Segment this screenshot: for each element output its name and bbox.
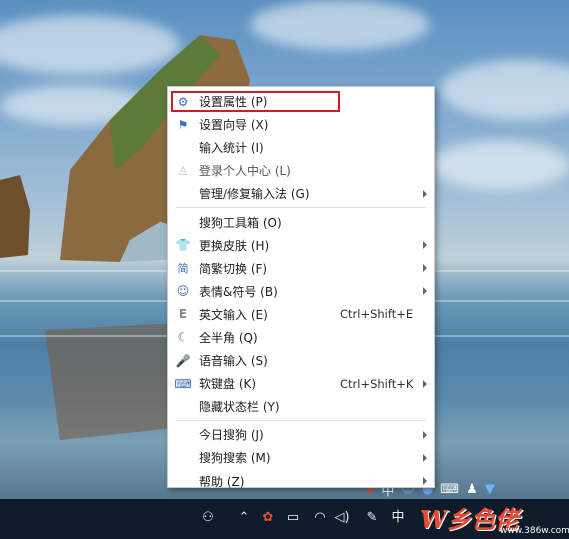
menu-item-label: 搜狗搜索 (M) bbox=[199, 451, 271, 466]
menu-item[interactable]: ⚙ 设置属性 (P) bbox=[168, 90, 434, 113]
battery-icon[interactable]: ▭ bbox=[283, 507, 303, 529]
menu-item-label: 登录个人中心 (L) bbox=[199, 164, 291, 179]
ime-mode-tray[interactable]: 中 bbox=[388, 507, 408, 529]
menu-item[interactable]: 管理/修复输入法 (G) bbox=[168, 182, 434, 205]
menu-item-shortcut: Ctrl+Shift+E bbox=[340, 307, 414, 322]
menu-item[interactable]: 搜狗工具箱 (O) bbox=[168, 210, 434, 233]
menu-item[interactable]: ☾ 全半角 (Q) bbox=[168, 326, 434, 349]
pen-icon[interactable]: ✎ bbox=[362, 507, 382, 529]
site-watermark-url: www.386w.com bbox=[500, 526, 569, 536]
menu-item[interactable]: 今日搜狗 (J) bbox=[168, 423, 434, 446]
menu-item-shortcut: Ctrl+Shift+K bbox=[340, 376, 414, 391]
menu-item-label: 更换皮肤 (H) bbox=[199, 238, 270, 253]
chevron-up-icon[interactable]: ⌃ bbox=[236, 507, 252, 529]
menu-separator bbox=[176, 207, 426, 209]
sogou-tray-icon[interactable]: ✿ bbox=[259, 507, 277, 529]
menu-item-label: 语音输入 (S) bbox=[199, 354, 268, 369]
submenu-arrow-icon bbox=[423, 241, 427, 250]
menu-item-label: 全半角 (Q) bbox=[199, 330, 258, 345]
submenu-arrow-icon bbox=[423, 477, 427, 486]
shirt-icon[interactable]: ▼ bbox=[485, 482, 495, 497]
flag-icon: ⚑ bbox=[177, 117, 189, 132]
menu-item[interactable]: ♙ 登录个人中心 (L) bbox=[168, 159, 434, 182]
menu-separator bbox=[176, 420, 426, 422]
submenu-arrow-icon bbox=[423, 264, 427, 273]
submenu-arrow-icon bbox=[423, 189, 427, 198]
menu-item-label: 表情&符号 (B) bbox=[199, 284, 278, 299]
traditional-char-icon: 简 bbox=[177, 262, 189, 276]
menu-item[interactable]: 输入统计 (I) bbox=[168, 136, 434, 159]
keyboard-icon: ⌨ bbox=[174, 376, 192, 391]
menu-item[interactable]: 隐藏状态栏 (Y) bbox=[168, 395, 434, 418]
menu-item[interactable]: 搜狗搜索 (M) bbox=[168, 446, 434, 469]
menu-item-label: 输入统计 (I) bbox=[199, 141, 264, 156]
submenu-arrow-icon bbox=[423, 453, 427, 462]
english-e-icon: E bbox=[178, 307, 188, 322]
menu-item[interactable]: E 英文输入 (E) Ctrl+Shift+E bbox=[168, 303, 434, 326]
menu-item[interactable]: 帮助 (Z) bbox=[168, 470, 434, 493]
user-icon[interactable]: ♟ bbox=[466, 482, 478, 497]
wifi-icon[interactable]: ◠ bbox=[310, 507, 330, 529]
submenu-arrow-icon bbox=[423, 430, 427, 439]
submenu-arrow-icon bbox=[423, 287, 427, 296]
menu-item-label: 今日搜狗 (J) bbox=[199, 428, 264, 443]
volume-icon[interactable]: ◁) bbox=[332, 507, 352, 529]
keyboard-icon[interactable]: ⌨ bbox=[440, 482, 459, 497]
menu-item-label: 隐藏状态栏 (Y) bbox=[199, 400, 280, 415]
menu-item[interactable]: ⌨ 软键盘 (K) Ctrl+Shift+K bbox=[168, 372, 434, 395]
user-icon: ♙ bbox=[177, 163, 189, 178]
gear-icon: ⚙ bbox=[177, 94, 189, 109]
people-icon[interactable]: ⚇ bbox=[198, 507, 218, 529]
menu-item[interactable]: ☺ 表情&符号 (B) bbox=[168, 280, 434, 303]
ime-context-menu: ⚙ 设置属性 (P) ⚑ 设置向导 (X) 输入统计 (I) ♙ 登录个人中心 (L) 管理/… bbox=[167, 86, 435, 489]
submenu-arrow-icon bbox=[423, 379, 427, 388]
menu-item-label: 帮助 (Z) bbox=[199, 474, 245, 489]
microphone-icon: 🎤 bbox=[175, 353, 191, 368]
smiley-icon: ☺ bbox=[176, 284, 190, 299]
menu-item-label: 管理/修复输入法 (G) bbox=[199, 187, 310, 202]
menu-item[interactable]: 简简繁切换 (F) bbox=[168, 257, 434, 280]
moon-icon: ☾ bbox=[177, 330, 189, 345]
shirt-icon: 👕 bbox=[175, 238, 191, 253]
menu-item-label: 搜狗工具箱 (O) bbox=[199, 215, 282, 230]
menu-item-label: 设置向导 (X) bbox=[199, 118, 269, 133]
menu-item-label: 英文输入 (E) bbox=[199, 307, 268, 322]
menu-item[interactable]: 🎤 语音输入 (S) bbox=[168, 349, 434, 372]
menu-item-label: 软键盘 (K) bbox=[199, 377, 257, 392]
menu-item[interactable]: ⚑ 设置向导 (X) bbox=[168, 113, 434, 136]
menu-item-label: 简繁切换 (F) bbox=[199, 261, 268, 276]
menu-item-label: 设置属性 (P) bbox=[199, 95, 268, 110]
menu-item[interactable]: 👕 更换皮肤 (H) bbox=[168, 234, 434, 257]
